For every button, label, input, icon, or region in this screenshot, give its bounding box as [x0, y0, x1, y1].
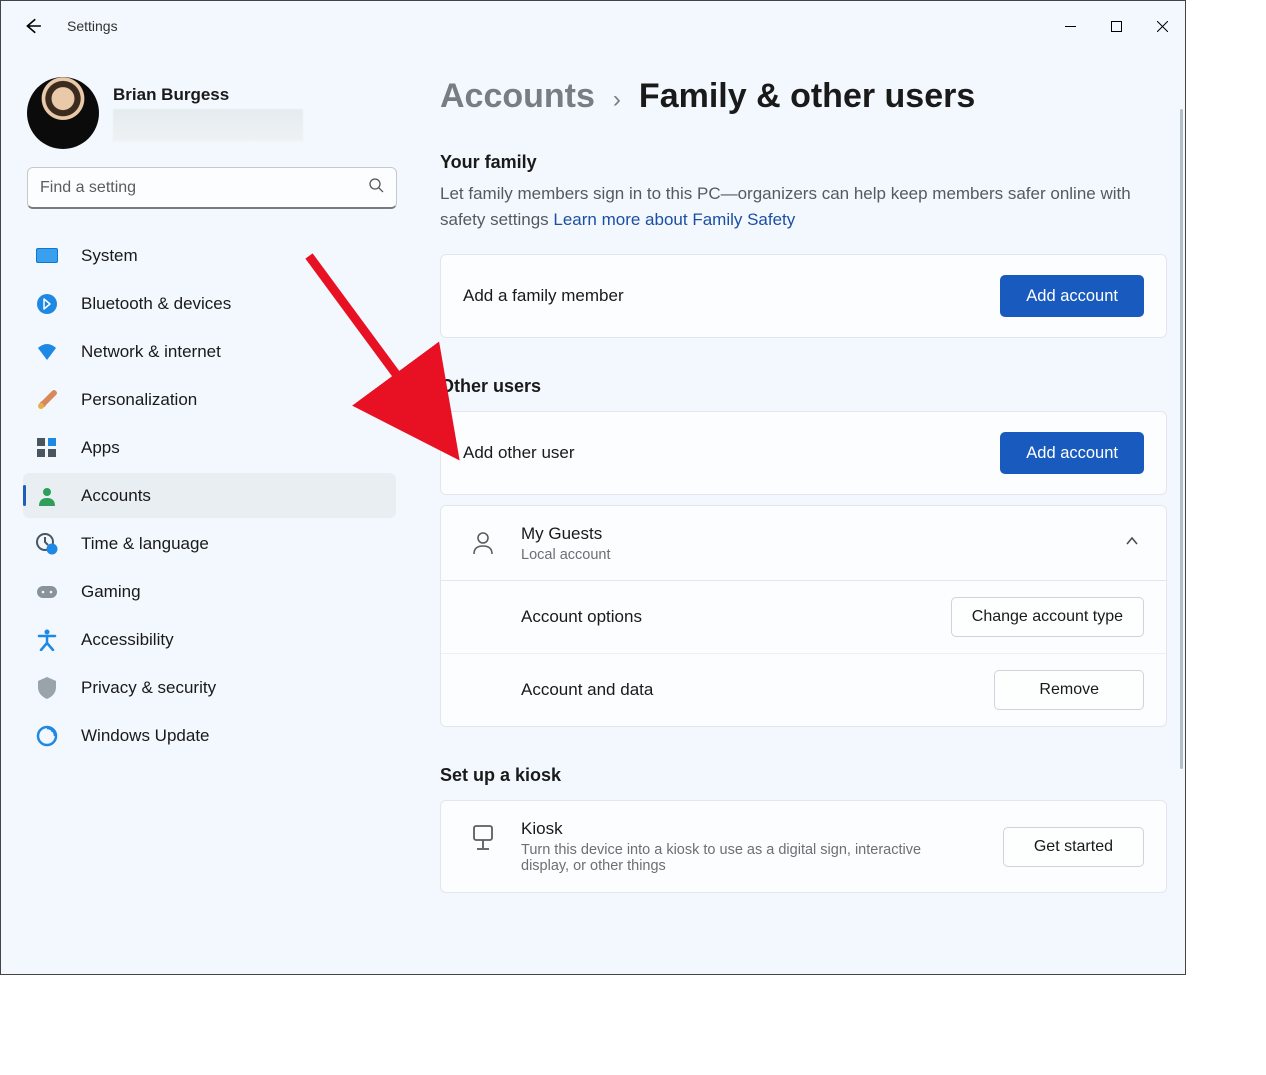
- search-input[interactable]: Find a setting: [27, 167, 397, 209]
- kiosk-card: Kiosk Turn this device into a kiosk to u…: [440, 800, 1167, 893]
- person-outline-icon: [463, 531, 503, 555]
- family-section-title: Your family: [440, 152, 1167, 173]
- other-users-section-title: Other users: [440, 376, 1167, 397]
- nav-bluetooth[interactable]: Bluetooth & devices: [23, 281, 396, 326]
- kiosk-icon: [463, 825, 503, 851]
- nav-accessibility[interactable]: Accessibility: [23, 617, 396, 662]
- nav-label: Bluetooth & devices: [81, 294, 231, 314]
- nav-label: Personalization: [81, 390, 197, 410]
- nav-accounts[interactable]: Accounts: [23, 473, 396, 518]
- nav-label: Accessibility: [81, 630, 174, 650]
- add-other-user-button[interactable]: Add account: [1000, 432, 1144, 474]
- breadcrumb: Accounts › Family & other users: [440, 77, 1167, 116]
- gamepad-icon: [35, 580, 59, 604]
- nav-system[interactable]: System: [23, 233, 396, 278]
- bluetooth-icon: [35, 292, 59, 316]
- shield-icon: [35, 676, 59, 700]
- chevron-up-icon: [1124, 533, 1144, 554]
- profile-name: Brian Burgess: [113, 85, 303, 105]
- close-button[interactable]: [1139, 7, 1185, 45]
- titlebar: Settings: [1, 1, 1185, 51]
- kiosk-desc: Turn this device into a kiosk to use as …: [521, 842, 941, 874]
- nav-label: Apps: [81, 438, 120, 458]
- update-icon: [35, 724, 59, 748]
- nav-gaming[interactable]: Gaming: [23, 569, 396, 614]
- scrollbar[interactable]: [1180, 109, 1183, 769]
- family-section-desc: Let family members sign in to this PC—or…: [440, 181, 1167, 232]
- page-title: Family & other users: [639, 77, 975, 116]
- kiosk-label: Kiosk: [521, 819, 987, 839]
- nav-label: Network & internet: [81, 342, 221, 362]
- add-family-card: Add a family member Add account: [440, 254, 1167, 338]
- profile[interactable]: Brian Burgess: [23, 69, 396, 167]
- clock-globe-icon: [35, 532, 59, 556]
- account-data-label: Account and data: [521, 680, 994, 700]
- brush-icon: [35, 388, 59, 412]
- nav-label: Gaming: [81, 582, 141, 602]
- main-content: Accounts › Family & other users Your fam…: [406, 51, 1185, 974]
- nav-network[interactable]: Network & internet: [23, 329, 396, 374]
- search-placeholder: Find a setting: [40, 179, 368, 197]
- account-options-row: Account options Change account type: [441, 581, 1166, 653]
- nav-personalization[interactable]: Personalization: [23, 377, 396, 422]
- nav: System Bluetooth & devices Network & int…: [23, 233, 396, 758]
- search-icon: [368, 177, 384, 198]
- nav-apps[interactable]: Apps: [23, 425, 396, 470]
- window-controls: [1047, 7, 1185, 45]
- wifi-icon: [35, 340, 59, 364]
- apps-icon: [35, 436, 59, 460]
- nav-label: Accounts: [81, 486, 151, 506]
- settings-window: Settings Brian Burgess: [0, 0, 1186, 975]
- minimize-button[interactable]: [1047, 7, 1093, 45]
- accessibility-icon: [35, 628, 59, 652]
- other-user-card: My Guests Local account Account options …: [440, 505, 1167, 727]
- nav-label: System: [81, 246, 138, 266]
- add-family-label: Add a family member: [463, 286, 1000, 306]
- kiosk-section-title: Set up a kiosk: [440, 765, 1167, 786]
- add-other-user-card: Add other user Add account: [440, 411, 1167, 495]
- chevron-right-icon: ›: [613, 86, 621, 114]
- nav-privacy[interactable]: Privacy & security: [23, 665, 396, 710]
- account-options-label: Account options: [521, 607, 951, 627]
- change-account-type-button[interactable]: Change account type: [951, 597, 1144, 637]
- add-family-account-button[interactable]: Add account: [1000, 275, 1144, 317]
- profile-email-redacted: [113, 109, 303, 141]
- family-safety-link[interactable]: Learn more about Family Safety: [553, 210, 795, 229]
- avatar: [27, 77, 99, 149]
- person-icon: [35, 484, 59, 508]
- sidebar: Brian Burgess Find a setting System: [1, 51, 406, 974]
- breadcrumb-parent[interactable]: Accounts: [440, 77, 595, 116]
- display-icon: [35, 244, 59, 268]
- nav-label: Privacy & security: [81, 678, 216, 698]
- back-button[interactable]: [19, 12, 47, 40]
- window-title: Settings: [67, 18, 118, 34]
- kiosk-get-started-button[interactable]: Get started: [1003, 827, 1144, 867]
- nav-label: Time & language: [81, 534, 209, 554]
- remove-user-button[interactable]: Remove: [994, 670, 1144, 710]
- add-other-user-label: Add other user: [463, 443, 1000, 463]
- nav-label: Windows Update: [81, 726, 210, 746]
- account-data-row: Account and data Remove: [441, 653, 1166, 726]
- nav-time-language[interactable]: Time & language: [23, 521, 396, 566]
- nav-windows-update[interactable]: Windows Update: [23, 713, 396, 758]
- maximize-button[interactable]: [1093, 7, 1139, 45]
- other-user-header[interactable]: My Guests Local account: [441, 506, 1166, 580]
- other-user-name: My Guests: [521, 524, 1124, 544]
- other-user-type: Local account: [521, 547, 1124, 563]
